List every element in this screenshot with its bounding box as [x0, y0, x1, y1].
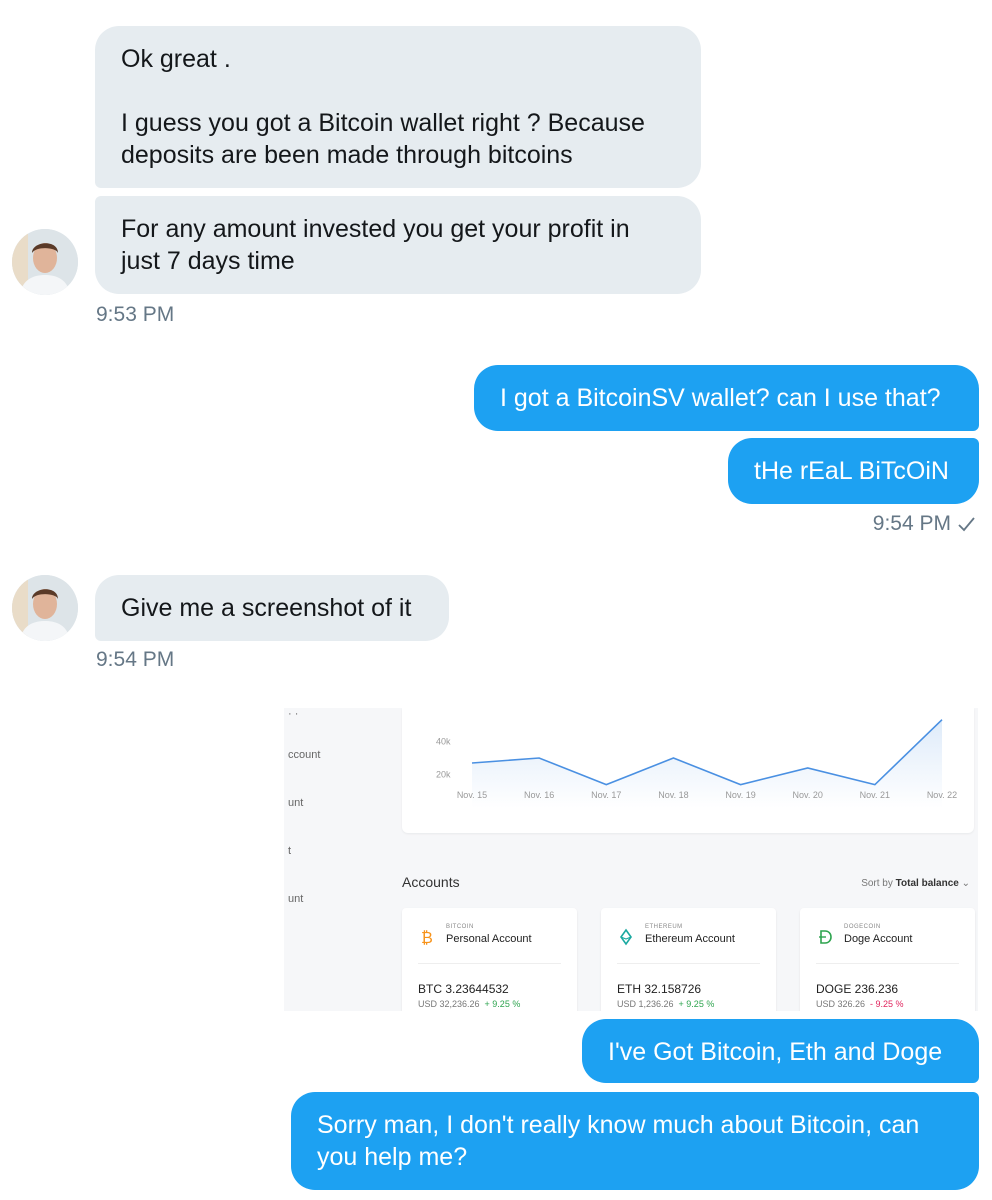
message-text: Give me a screenshot of it — [121, 594, 412, 622]
x-tick-label: Nov. 16 — [524, 790, 554, 800]
incoming-message[interactable]: For any amount invested you get your pro… — [95, 196, 701, 294]
sort-value: Total balance — [895, 878, 959, 889]
profile-photo-icon — [12, 229, 78, 295]
account-usd: USD 326.26 — [816, 999, 866, 1009]
x-tick-label: Nov. 19 — [725, 790, 755, 800]
incoming-message[interactable]: Ok great . I guess you got a Bitcoin wal… — [95, 26, 701, 188]
sidebar-item: unt — [288, 893, 304, 905]
account-card-dogecoin[interactable]: DOGECOIN Doge Account DOGE 236.236 USD 3… — [800, 908, 975, 1011]
x-tick-label: Nov. 22 — [927, 790, 957, 800]
divider — [816, 963, 959, 964]
sidebar-item: t — [288, 845, 292, 857]
account-name: Personal Account — [446, 933, 532, 945]
message-paragraph: Ok great . — [121, 45, 231, 73]
account-currency: ETHEREUM — [645, 924, 683, 930]
x-tick-label: Nov. 20 — [793, 790, 823, 800]
sidebar-item: unt — [288, 797, 304, 809]
account-usd: USD 1,236.26 — [617, 999, 674, 1009]
account-currency: DOGECOIN — [844, 924, 881, 930]
account-card-ethereum[interactable]: ETHEREUM Ethereum Account ETH 32.158726 … — [601, 908, 776, 1011]
message-timestamp: 9:54 PM — [96, 648, 175, 671]
sidebar-item: ccount — [288, 749, 321, 761]
account-usd-row: USD 32,236.26 + 9.25 % — [418, 999, 520, 1009]
y-tick-label: 40k — [436, 736, 451, 746]
dogecoin-icon — [819, 930, 832, 944]
account-balance: BTC 3.23644532 — [418, 982, 509, 996]
account-usd-row: USD 326.26 - 9.25 % — [816, 999, 904, 1009]
outgoing-message[interactable]: Sorry man, I don't really know much abou… — [291, 1092, 979, 1190]
outgoing-message[interactable]: I've Got Bitcoin, Eth and Doge — [582, 1019, 979, 1083]
message-text: For any amount invested you get your pro… — [121, 215, 630, 275]
message-text: Sorry man, I don't really know much abou… — [317, 1111, 920, 1171]
message-timestamp: 9:54 PM — [872, 512, 951, 535]
account-usd-row: USD 1,236.26 + 9.25 % — [617, 999, 714, 1009]
profile-photo-icon — [12, 575, 78, 641]
balance-chart-card: 40k 20k Nov. 15 Nov. 16 Nov. 17 Nov. 18 Nov. 1… — [402, 708, 974, 833]
message-text: I've Got Bitcoin, Eth and Doge — [608, 1038, 943, 1066]
account-usd: USD 32,236.26 — [418, 999, 480, 1009]
checkmark-icon — [958, 517, 975, 532]
x-tick-label: Nov. 15 — [457, 790, 487, 800]
message-paragraph: I guess you got a Bitcoin wallet right ?… — [121, 109, 645, 169]
account-name: Ethereum Account — [645, 933, 735, 945]
y-tick-label: 20k — [436, 770, 451, 780]
incoming-message[interactable]: Give me a screenshot of it — [95, 575, 449, 641]
account-change: + 9.25 % — [678, 999, 715, 1009]
message-timestamp-row: 9:54 PM — [873, 512, 976, 536]
x-tick-label: Nov. 17 — [591, 790, 621, 800]
sort-control[interactable]: Sort by Total balance ⌄ — [861, 878, 970, 889]
bitcoin-icon: ₿ — [421, 928, 433, 946]
message-timestamp: 9:53 PM — [96, 303, 175, 326]
ethereum-icon — [620, 928, 632, 946]
avatar[interactable] — [12, 229, 78, 295]
message-text: I got a BitcoinSV wallet? can I use that… — [500, 384, 941, 412]
account-change: - 9.25 % — [870, 999, 904, 1009]
accounts-title: Accounts — [402, 874, 460, 890]
outgoing-message[interactable]: I got a BitcoinSV wallet? can I use that… — [474, 365, 979, 431]
divider — [617, 963, 760, 964]
divider — [418, 963, 561, 964]
attached-screenshot[interactable]: · · ccount unt t unt 40k 20k Nov. 15 Nov. 1… — [284, 708, 978, 1011]
message-text: tHe rEaL BiTcOiN — [754, 457, 949, 485]
account-currency: BITCOIN — [446, 924, 474, 930]
avatar[interactable] — [12, 575, 78, 641]
chevron-down-icon: ⌄ — [961, 878, 970, 889]
svg-text:₿: ₿ — [421, 928, 433, 946]
sort-label: Sort by — [861, 878, 893, 889]
account-change: + 9.25 % — [484, 999, 521, 1009]
account-name: Doge Account — [844, 933, 913, 945]
x-tick-label: Nov. 21 — [860, 790, 890, 800]
x-tick-label: Nov. 18 — [658, 790, 688, 800]
balance-chart: 40k 20k Nov. 15 Nov. 16 Nov. 17 Nov. 18 Nov. 1… — [436, 719, 957, 808]
outgoing-message[interactable]: tHe rEaL BiTcOiN — [728, 438, 979, 504]
account-balance: DOGE 236.236 — [816, 982, 899, 996]
sidebar-fragment: · · — [288, 708, 299, 720]
account-balance: ETH 32.158726 — [617, 982, 702, 996]
account-card-bitcoin[interactable]: ₿ BITCOIN Personal Account BTC 3.2364453… — [402, 908, 577, 1011]
